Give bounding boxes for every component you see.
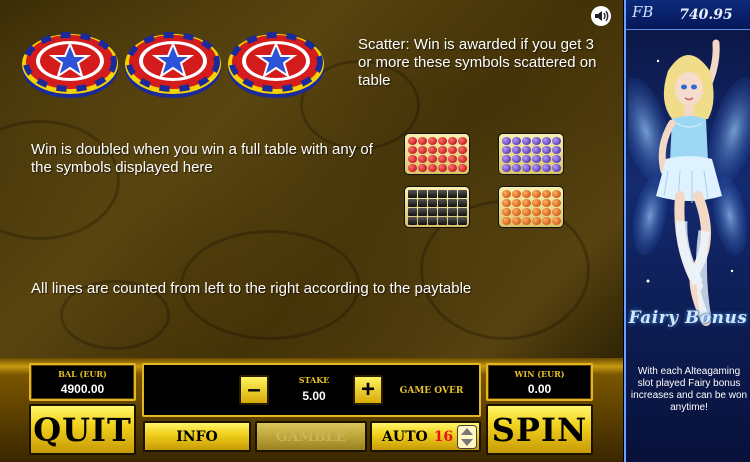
- scatter-rule-text: Scatter: Win is awarded if you get 3 or …: [358, 36, 597, 89]
- stake-plus-button[interactable]: +: [353, 375, 383, 405]
- cherry-table-icon: [404, 133, 470, 175]
- fairy-bonus-amount: 740.95: [679, 7, 733, 23]
- game-status: GAME OVER: [399, 386, 464, 396]
- fairy-bonus-message: With each Alteagaming slot played Fairy …: [630, 366, 748, 413]
- speaker-icon[interactable]: [590, 6, 612, 26]
- full-table-rule-text: Win is doubled when you win a full table…: [31, 141, 373, 176]
- balance-value: 4900.00: [60, 382, 105, 396]
- stake-minus-button[interactable]: –: [239, 375, 269, 405]
- balance-display: BAL (EUR) 4900.00: [29, 363, 136, 401]
- gamble-button[interactable]: GAMBLE: [255, 421, 367, 452]
- win-display: WIN (EUR) 0.00: [486, 363, 593, 401]
- star-chip-icon: [22, 32, 118, 98]
- auto-count-stepper-icon[interactable]: [457, 425, 477, 449]
- fairy-bonus-panel: FB 740.95 Fairy Bonus With each Alteagam…: [624, 0, 750, 462]
- auto-label: AUTO: [382, 428, 428, 445]
- win-label: WIN (EUR): [514, 369, 565, 379]
- stake-label: STAKE: [298, 375, 330, 385]
- auto-button[interactable]: AUTO 16: [370, 421, 481, 452]
- star-chip-icon: [228, 32, 324, 98]
- seven-table-icon: [498, 186, 564, 228]
- quit-button[interactable]: QUIT: [29, 404, 136, 455]
- background-swirl: [0, 120, 120, 240]
- win-value: 0.00: [527, 382, 552, 396]
- side-header: FB 740.95: [626, 0, 750, 30]
- paytable-screen: Scatter: Win is awarded if you get 3 or …: [0, 0, 623, 358]
- balance-label: BAL (EUR): [58, 369, 107, 379]
- lines-rule-text: All lines are counted from left to the r…: [31, 280, 472, 297]
- star-chip-icon: [125, 32, 221, 98]
- stake-panel: – STAKE 5.00 + GAME OVER: [142, 363, 481, 417]
- spin-button[interactable]: SPIN: [486, 404, 593, 455]
- fairy-bonus-title: Fairy Bonus: [628, 308, 748, 328]
- plum-table-icon: [498, 133, 564, 175]
- fb-logo: FB: [632, 3, 654, 21]
- info-button[interactable]: INFO: [143, 421, 251, 452]
- stake-value: 5.00: [302, 389, 326, 403]
- auto-count: 16: [433, 428, 454, 445]
- bar-table-icon: [404, 186, 470, 228]
